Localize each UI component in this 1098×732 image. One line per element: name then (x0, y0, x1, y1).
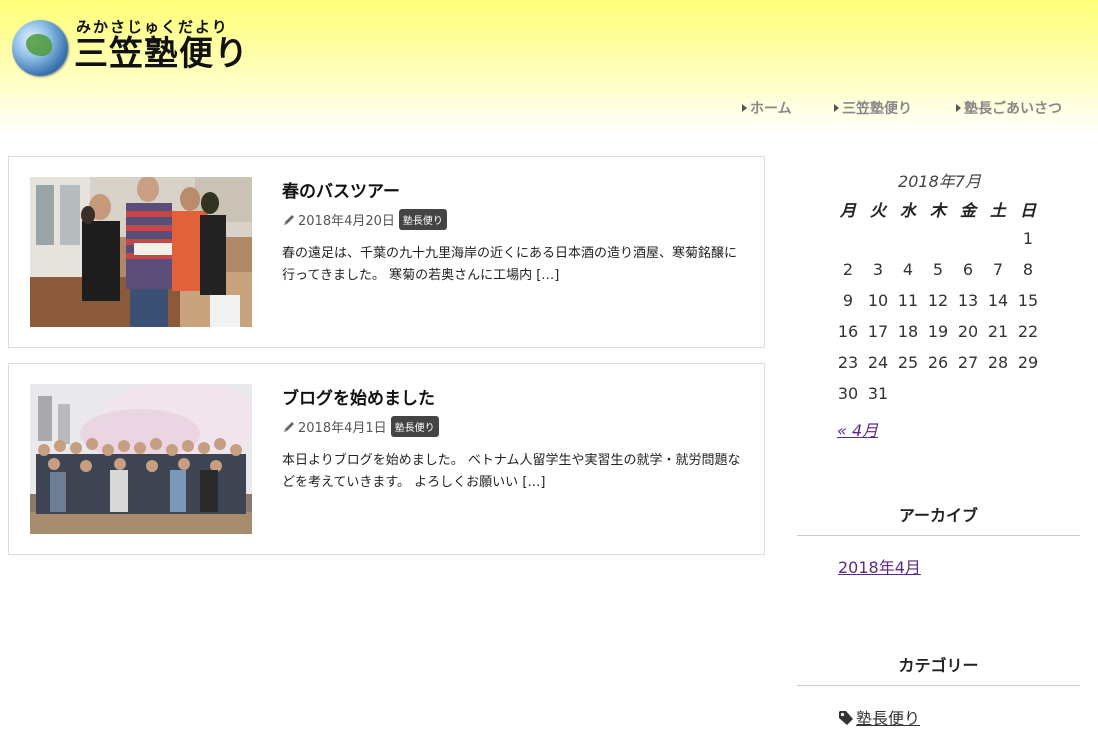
calendar-day: 12 (927, 291, 949, 310)
post-meta: 2018年4月20日 塾長便り (282, 209, 447, 231)
calendar-day (923, 378, 953, 409)
post-title[interactable]: ブログを始めました (282, 384, 435, 409)
logo-title: 三笠塾便り (74, 34, 249, 74)
calendar-day: 2 (842, 260, 854, 279)
calendar-day: 22 (1017, 322, 1039, 341)
calendar-day: 19 (927, 322, 949, 341)
nav-item-label: 三笠塾便り (842, 101, 912, 117)
archive-link-2018-04[interactable]: 2018年4月 (838, 554, 921, 578)
calendar-day (953, 378, 983, 409)
nav-item-greeting[interactable]: 塾長ごあいさつ (956, 98, 1062, 118)
triangle-right-icon (956, 104, 961, 112)
calendar-day: 26 (927, 353, 949, 372)
calendar-weekday: 月 (839, 201, 856, 220)
category-widget-title: カテゴリー (898, 656, 979, 675)
calendar-weekday: 金 (959, 201, 976, 220)
calendar-day: 24 (867, 353, 889, 372)
calendar-weekday: 火 (869, 201, 886, 220)
calendar-day (893, 378, 923, 409)
archive-widget-title: アーカイブ (898, 506, 979, 525)
calendar-day (833, 223, 863, 254)
site-header: みかさじゅくだより 三笠塾便り ホーム 三笠塾便り 塾長ごあいさつ (0, 0, 1098, 135)
calendar-day: 29 (1017, 353, 1039, 372)
calendar-day: 3 (872, 260, 884, 279)
calendar-day: 9 (842, 291, 854, 310)
nav-item-home[interactable]: ホーム (742, 98, 792, 118)
calendar-day: 5 (932, 260, 944, 279)
calendar-day: 13 (957, 291, 979, 310)
post-thumbnail[interactable] (30, 177, 252, 327)
calendar-day (893, 223, 923, 254)
nav-item-mikasa-news[interactable]: 三笠塾便り (834, 98, 912, 118)
calendar-weekday: 日 (1019, 201, 1036, 220)
calendar-day: 8 (1022, 260, 1034, 279)
calendar-weekday: 木 (929, 201, 946, 220)
calendar-day: 15 (1017, 291, 1039, 310)
calendar-day: 10 (867, 291, 889, 310)
site-logo[interactable]: みかさじゅくだより 三笠塾便り (12, 16, 262, 78)
triangle-right-icon (742, 104, 747, 112)
main-nav: ホーム 三笠塾便り 塾長ごあいさつ (0, 98, 1098, 118)
pencil-icon (284, 422, 294, 432)
pencil-icon (284, 215, 294, 225)
calendar-day: 30 (837, 384, 859, 403)
archive-divider (797, 535, 1080, 536)
calendar-day: 17 (867, 322, 889, 341)
calendar-day (983, 223, 1013, 254)
calendar-day: 20 (957, 322, 979, 341)
calendar-day (923, 223, 953, 254)
calendar-day: 31 (867, 384, 889, 403)
calendar-day: 27 (957, 353, 979, 372)
calendar-caption: 2018年7月 (898, 172, 981, 191)
nav-item-label: ホーム (750, 101, 792, 117)
calendar-day: 14 (987, 291, 1009, 310)
calendar-day (953, 223, 983, 254)
nav-item-label: 塾長ごあいさつ (964, 101, 1062, 117)
calendar-prev-month-link[interactable]: « 4月 (837, 417, 878, 441)
calendar-day: 28 (987, 353, 1009, 372)
calendar-table: 月 火 水 木 金 土 日 1 2 3 4 5 6 7 8 9 10 11 12… (833, 195, 1043, 409)
category-badge[interactable]: 塾長便り (398, 209, 447, 230)
calendar-day: 6 (962, 260, 974, 279)
triangle-right-icon (834, 104, 839, 112)
post-card: ブログを始めました 2018年4月1日 塾長便り 本日よりブログを始めました。 ベ… (8, 363, 765, 555)
calendar-day: 23 (837, 353, 859, 372)
post-thumbnail[interactable] (30, 384, 252, 534)
post-date: 2018年4月1日 (298, 421, 387, 436)
calendar-day: 1 (1022, 229, 1034, 248)
category-divider (797, 685, 1080, 686)
post-title[interactable]: 春のバスツアー (282, 177, 400, 202)
tag-icon (839, 711, 853, 725)
calendar-day (863, 223, 893, 254)
calendar-day: 7 (992, 260, 1004, 279)
calendar-day: 11 (897, 291, 919, 310)
calendar-day (983, 378, 1013, 409)
calendar-day: 21 (987, 322, 1009, 341)
post-meta: 2018年4月1日 塾長便り (282, 416, 439, 438)
post-card: 春のバスツアー 2018年4月20日 塾長便り 春の遠足は、千葉の九十九里海岸の近… (8, 156, 765, 348)
calendar-day: 18 (897, 322, 919, 341)
category-link-jukucho[interactable]: 塾長便り (838, 705, 920, 729)
calendar-day: 25 (897, 353, 919, 372)
category-link-label: 塾長便り (856, 709, 921, 728)
post-date: 2018年4月20日 (298, 214, 395, 229)
post-excerpt: 本日よりブログを始めました。 ベトナム人留学生や実習生の就学・就労問題などを考え… (282, 453, 741, 490)
post-excerpt: 春の遠足は、千葉の九十九里海岸の近くにある日本酒の造り酒屋、寒菊銘醸に行ってきま… (282, 246, 738, 283)
calendar-day: 16 (837, 322, 859, 341)
calendar-day (1013, 378, 1043, 409)
calendar-weekday: 土 (989, 201, 1006, 220)
globe-icon (12, 20, 68, 76)
calendar-weekday: 水 (899, 201, 916, 220)
category-badge[interactable]: 塾長便り (390, 416, 439, 437)
calendar-day: 4 (902, 260, 914, 279)
